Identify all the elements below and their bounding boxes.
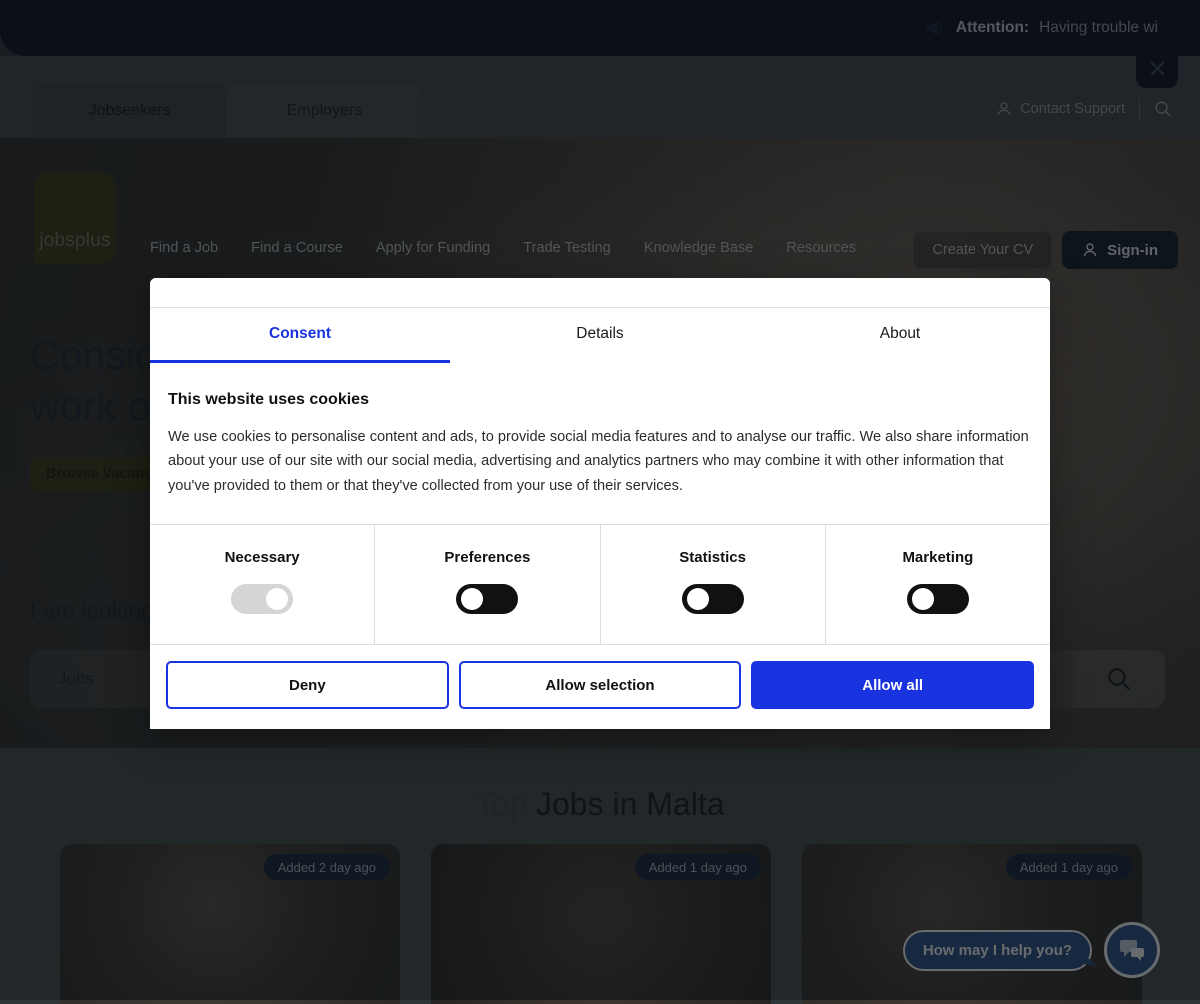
consent-category-label: Statistics	[679, 549, 746, 566]
consent-category-label: Necessary	[225, 549, 300, 566]
dialog-description: We use cookies to personalise content an…	[168, 425, 1032, 498]
statistics-toggle[interactable]	[682, 584, 744, 614]
toggle-knob	[461, 588, 483, 610]
necessary-toggle	[231, 584, 293, 614]
consent-category-preferences: Preferences	[375, 525, 600, 644]
consent-category-label: Marketing	[902, 549, 973, 566]
consent-category-label: Preferences	[444, 549, 530, 566]
marketing-toggle[interactable]	[907, 584, 969, 614]
allow-selection-button[interactable]: Allow selection	[459, 661, 742, 709]
cookie-consent-dialog: Consent Details About This website uses …	[150, 278, 1050, 729]
dialog-actions: Deny Allow selection Allow all	[150, 645, 1050, 729]
toggle-knob	[912, 588, 934, 610]
preferences-toggle[interactable]	[456, 584, 518, 614]
consent-category-row: Necessary Preferences Statistics Marketi…	[150, 525, 1050, 645]
consent-category-necessary: Necessary	[150, 525, 375, 644]
tab-about[interactable]: About	[750, 308, 1050, 363]
dialog-body: This website uses cookies We use cookies…	[150, 363, 1050, 525]
consent-category-marketing: Marketing	[826, 525, 1050, 644]
dialog-heading: This website uses cookies	[168, 391, 1032, 409]
consent-category-statistics: Statistics	[601, 525, 826, 644]
toggle-knob	[266, 588, 288, 610]
dialog-top-spacer	[150, 278, 1050, 307]
deny-button[interactable]: Deny	[166, 661, 449, 709]
tab-details[interactable]: Details	[450, 308, 750, 363]
allow-all-button[interactable]: Allow all	[751, 661, 1034, 709]
dialog-tabs: Consent Details About	[150, 307, 1050, 363]
tab-consent[interactable]: Consent	[150, 308, 450, 363]
toggle-knob	[687, 588, 709, 610]
